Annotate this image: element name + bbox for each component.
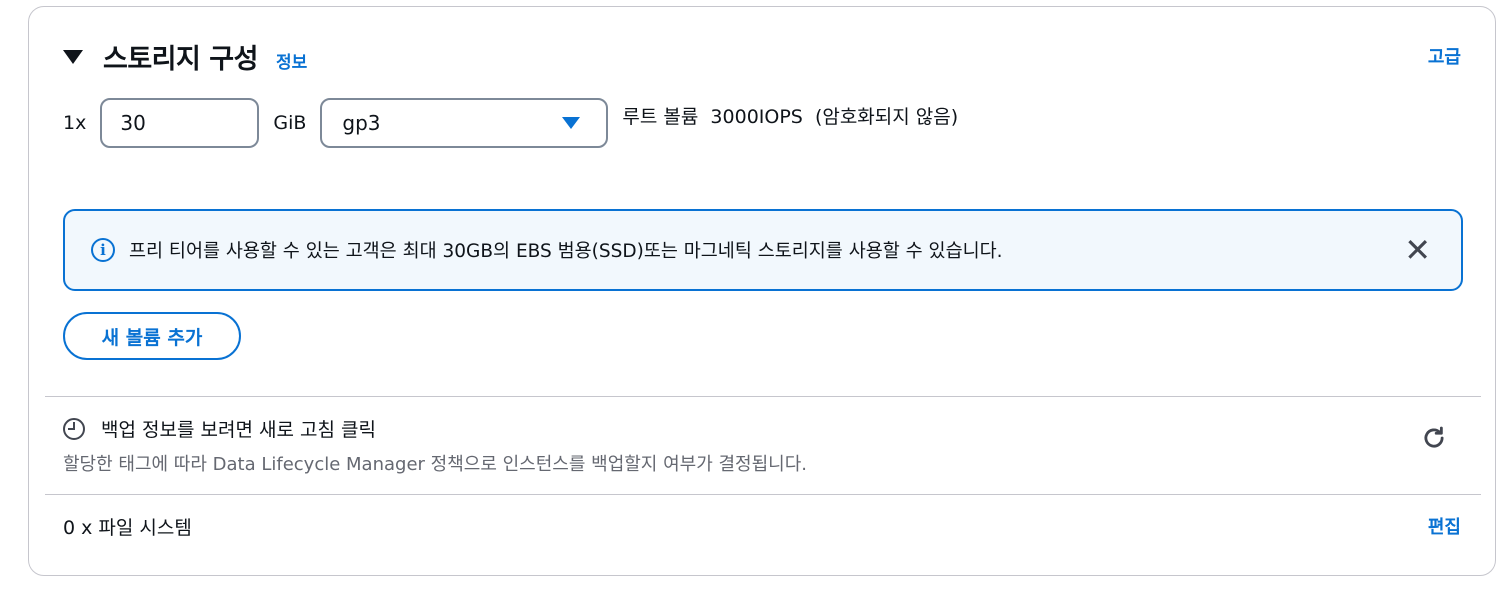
storage-header: 스토리지 구성 정보 [63, 37, 307, 76]
add-volume-button[interactable]: 새 볼륨 추가 [63, 312, 241, 360]
backup-description: 할당한 태그에 따라 Data Lifecycle Manager 정책으로 인… [63, 454, 808, 475]
volume-description: 루트 볼륨 3000IOPS (암호화되지 않음) [622, 105, 959, 128]
storage-panel: 스토리지 구성 정보 고급 1x GiB gp3 루트 볼륨 3000IOPS … [28, 6, 1496, 576]
clock-icon [63, 417, 85, 440]
storage-title: 스토리지 구성 [103, 44, 258, 75]
volume-type-select[interactable]: gp3 [320, 98, 609, 148]
file-systems-label: 0 x 파일 시스템 [63, 517, 192, 539]
volume-type-value: gp3 [342, 111, 381, 135]
refresh-icon[interactable] [1421, 425, 1447, 451]
volume-size-input[interactable] [100, 98, 260, 148]
info-link[interactable]: 정보 [276, 48, 307, 73]
backup-title-text: 백업 정보를 보려면 새로 고침 클릭 [101, 419, 376, 441]
edit-link[interactable]: 편집 [1428, 513, 1461, 539]
caret-down-icon [562, 117, 581, 129]
divider [45, 494, 1481, 495]
volume-unit: GiB [273, 112, 307, 134]
free-tier-alert: i 프리 티어를 사용할 수 있는 고객은 최대 30GB의 EBS 범용(SS… [63, 209, 1463, 291]
volume-multiplier: 1x [63, 112, 87, 134]
backup-title: 백업 정보를 보려면 새로 고침 클릭 [63, 415, 376, 442]
divider [45, 396, 1481, 397]
collapse-caret-icon[interactable] [63, 49, 83, 64]
advanced-link[interactable]: 고급 [1428, 43, 1461, 69]
volume-row: 1x GiB gp3 루트 볼륨 3000IOPS (암호화되지 않음) [63, 97, 958, 149]
close-icon[interactable]: ✕ [1404, 234, 1431, 266]
info-icon: i [91, 238, 115, 262]
alert-text: 프리 티어를 사용할 수 있는 고객은 최대 30GB의 EBS 범용(SSD)… [129, 241, 1003, 262]
